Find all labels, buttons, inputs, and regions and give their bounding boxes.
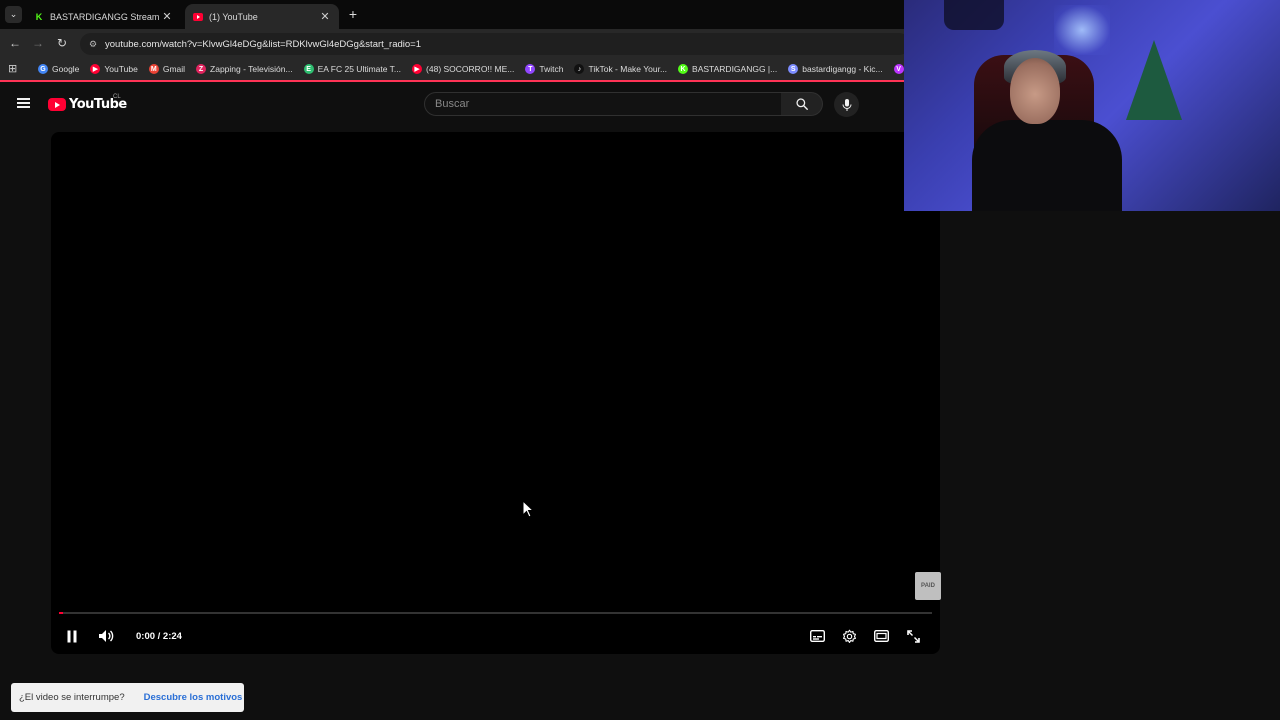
- ea-icon: E: [303, 64, 314, 74]
- tab-search-chevron-icon[interactable]: ⌄: [5, 6, 22, 23]
- kick-icon: K: [35, 11, 43, 22]
- youtube-play-logo-icon: [48, 98, 66, 111]
- kick-icon: K: [678, 64, 689, 74]
- youtube-icon: [193, 12, 203, 21]
- pause-button[interactable]: [64, 628, 80, 644]
- player-controls: 0:00 / 2:24: [51, 624, 940, 648]
- close-icon[interactable]: ✕: [161, 10, 173, 23]
- mute-button[interactable]: [98, 628, 114, 644]
- volume-icon: [99, 630, 114, 642]
- subtitles-icon: [809, 630, 825, 642]
- mouse-cursor-icon: [522, 500, 534, 518]
- bookmark-label: EA FC 25 Ultimate T...: [317, 64, 402, 74]
- pause-icon: [67, 630, 77, 642]
- bookmark-item[interactable]: ▶ YouTube: [90, 64, 138, 74]
- bookmark-label: Twitch: [539, 64, 564, 74]
- apps-grid-icon[interactable]: ⊞: [8, 64, 19, 75]
- settings-button[interactable]: [841, 628, 857, 644]
- theater-mode-icon: [873, 630, 889, 642]
- theater-mode-button[interactable]: [873, 628, 889, 644]
- close-icon[interactable]: ✕: [319, 10, 331, 23]
- twitch-icon: T: [525, 64, 536, 74]
- bookmark-label: YouTube: [104, 64, 138, 74]
- progress-fill: [59, 612, 64, 614]
- bookmark-label: (48) SOCORRO!! ME...: [426, 64, 515, 74]
- menu-hamburger-icon[interactable]: [17, 98, 30, 108]
- tiktok-icon: ♪: [574, 64, 585, 74]
- bookmark-item[interactable]: E EA FC 25 Ultimate T...: [303, 64, 402, 74]
- search-input[interactable]: [435, 98, 781, 110]
- url-text[interactable]: youtube.com/watch?v=KlvwGl4eDGg&list=RDK…: [105, 39, 421, 50]
- webcam-person-face: [1010, 58, 1060, 124]
- google-icon: G: [38, 64, 48, 74]
- bookmark-label: BASTARDIGANGG |...: [692, 64, 778, 74]
- country-code: CL: [113, 94, 121, 100]
- bookmark-label: Google: [52, 64, 80, 74]
- bookmark-item[interactable]: M Gmail: [148, 64, 186, 74]
- vite-icon: V: [893, 64, 904, 74]
- microphone-icon: [842, 98, 851, 111]
- learn-reasons-link[interactable]: Descubre los motivos: [144, 692, 243, 703]
- time-display: 0:00 / 2:24: [136, 631, 182, 642]
- gear-icon: [842, 629, 856, 643]
- search-button[interactable]: [781, 92, 823, 116]
- voice-search-button[interactable]: [834, 92, 859, 117]
- tab-title: BASTARDIGANGG Stream - Wat: [50, 11, 161, 22]
- bookmark-item[interactable]: Z Zapping - Televisión...: [196, 64, 293, 74]
- webcam-shelf: [944, 0, 1004, 30]
- bookmark-item[interactable]: K BASTARDIGANGG |...: [678, 64, 777, 74]
- kick-alt-icon: S: [788, 64, 799, 74]
- search-icon: [795, 98, 808, 110]
- bookmark-list: G Google ▶ YouTube M Gmail Z Zapping - Televisi…: [38, 58, 954, 80]
- video-player[interactable]: 0:00 / 2:24: [51, 132, 940, 654]
- youtube-icon: ▶: [90, 64, 101, 74]
- bookmark-item[interactable]: Sbastardigangg - Kic...: [788, 64, 883, 74]
- bookmark-item[interactable]: T Twitch: [525, 64, 563, 74]
- bookmark-item[interactable]: ▶ (48) SOCORRO!! ME...: [412, 64, 514, 74]
- gmail-icon: M: [148, 64, 159, 74]
- bookmark-item[interactable]: ♪ TikTok - Make Your...: [574, 64, 667, 74]
- fullscreen-button[interactable]: [905, 628, 921, 644]
- subtitles-button[interactable]: [809, 628, 825, 644]
- progress-bar[interactable]: [59, 612, 932, 614]
- browser-tab-youtube[interactable]: (1) YouTube ✕: [185, 4, 339, 29]
- address-bar[interactable]: ⚙ youtube.com/watch?v=KlvwGl4eDGg&list=R…: [80, 33, 910, 55]
- webcam-lightning-lamp: [1054, 5, 1110, 55]
- new-tab-plus-icon[interactable]: +: [346, 6, 360, 22]
- fullscreen-icon: [906, 629, 920, 643]
- webcam-overlay: [904, 0, 1280, 211]
- browser-tab-kick-stream[interactable]: K BASTARDIGANGG Stream - Wat ✕: [26, 4, 181, 29]
- youtube-icon: ▶: [412, 64, 423, 74]
- search-box[interactable]: [424, 92, 782, 116]
- paid-promotion-badge[interactable]: PAID: [915, 572, 941, 600]
- bookmark-label: Zapping - Televisión...: [210, 64, 293, 74]
- webcam-christmas-tree: [1126, 40, 1182, 120]
- webcam-person-body: [972, 120, 1122, 211]
- notice-text: ¿El video se interrumpe?: [19, 692, 125, 703]
- zapping-icon: Z: [196, 64, 207, 74]
- tab-title: (1) YouTube: [209, 11, 258, 22]
- back-arrow-icon[interactable]: ←: [8, 36, 22, 50]
- bookmark-item[interactable]: G Google: [38, 64, 79, 74]
- site-info-icon[interactable]: ⚙: [87, 38, 99, 50]
- playback-issue-notice: ¿El video se interrumpe? Descubre los mo…: [11, 683, 244, 712]
- bookmark-label: TikTok - Make Your...: [588, 64, 668, 74]
- reload-icon[interactable]: ↻: [55, 36, 69, 50]
- bookmark-label: bastardigangg - Kic...: [802, 64, 883, 74]
- bookmark-label: Gmail: [162, 64, 186, 74]
- forward-arrow-icon[interactable]: →: [31, 36, 45, 50]
